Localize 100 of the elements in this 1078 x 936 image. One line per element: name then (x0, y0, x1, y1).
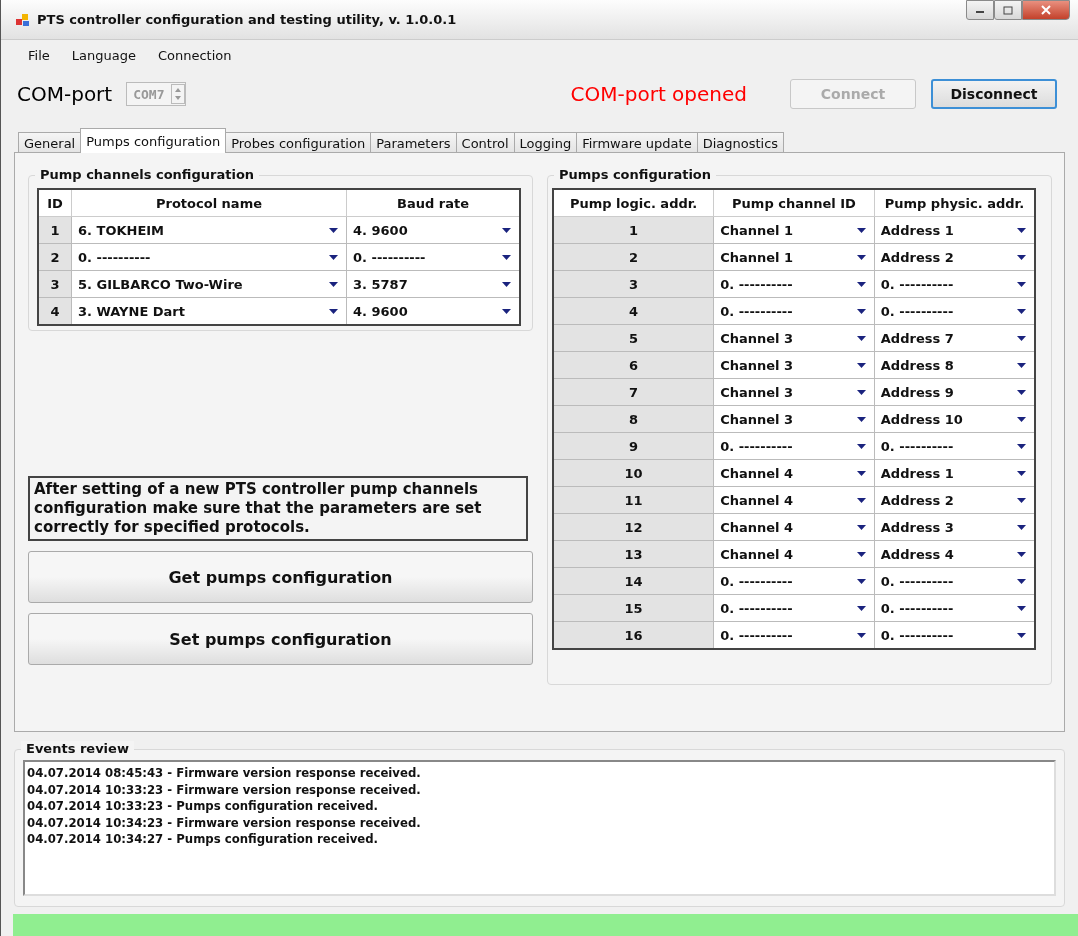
row-header: 4 (38, 297, 72, 325)
caret-icon (1017, 471, 1026, 476)
channel-dropdown[interactable]: Channel 3 (713, 378, 875, 406)
channel-dropdown[interactable]: 0. ---------- (713, 270, 875, 298)
column-header: Pump logic. addr. (553, 189, 714, 217)
protocol-dropdown[interactable]: 5. GILBARCO Two-Wire (71, 270, 347, 298)
column-header: ID (38, 189, 72, 217)
log-line: 04.07.2014 08:45:43 - Firmware version response received. (27, 765, 422, 782)
minimize-button[interactable] (966, 0, 994, 20)
tab[interactable]: Parameters (370, 132, 457, 153)
row-header: 6 (553, 351, 714, 379)
caret-icon (856, 498, 866, 503)
caret-icon (856, 336, 866, 341)
row-header: 9 (553, 432, 714, 460)
close-button[interactable] (1022, 0, 1070, 20)
row-header: 11 (553, 486, 714, 514)
channel-dropdown[interactable]: Channel 4 (713, 486, 875, 514)
log-line: 04.07.2014 10:33:23 - Pumps configuration received. (27, 798, 380, 815)
action-button[interactable]: Get pumps configuration (28, 551, 533, 603)
app-icon (15, 11, 31, 28)
caret-icon (1017, 552, 1026, 557)
caret-icon (329, 228, 338, 233)
caret-icon (1017, 336, 1026, 341)
caret-icon (1017, 255, 1026, 260)
com-port-label: COM-port (17, 82, 113, 106)
log-line: 04.07.2014 10:34:23 - Firmware version response received. (27, 814, 422, 832)
caret-icon (856, 363, 866, 368)
caret-icon (329, 309, 338, 314)
menu-item[interactable]: File (18, 47, 62, 63)
channel-dropdown[interactable]: Channel 4 (713, 540, 875, 568)
caret-icon (856, 525, 866, 530)
caret-icon (856, 390, 866, 395)
column-header: Pump physic. addr. (874, 189, 1035, 217)
row-header: 15 (553, 594, 714, 622)
spinner-arrows-icon (170, 84, 185, 104)
menu-item[interactable]: Connection (147, 47, 244, 63)
caret-icon (329, 255, 338, 260)
row-header: 8 (553, 405, 714, 433)
group-title: Pump channels configuration (35, 167, 260, 182)
connection-button[interactable]: Disconnect (931, 79, 1057, 109)
tab[interactable]: Pumps configuration (80, 128, 227, 153)
column-header: Pump channel ID (713, 189, 875, 217)
row-header: 13 (553, 540, 714, 568)
caret-icon (1017, 417, 1026, 422)
log-line: 04.07.2014 10:34:27 - Pumps configuration received. (27, 831, 380, 848)
caret-icon (1017, 309, 1026, 314)
caret-icon (1017, 498, 1026, 503)
caret-icon (1017, 390, 1026, 395)
channel-dropdown[interactable]: Channel 4 (713, 513, 875, 541)
column-header: Baud rate (346, 189, 520, 217)
maximize-icon (1003, 5, 1013, 15)
caret-icon (1017, 525, 1026, 530)
caret-icon (1017, 363, 1026, 368)
channel-dropdown[interactable]: Channel 4 (713, 459, 875, 487)
row-header: 2 (38, 243, 72, 271)
caret-icon (1017, 606, 1026, 611)
row-header: 4 (553, 297, 714, 325)
close-icon (1040, 5, 1052, 15)
column-header: Protocol name (71, 189, 347, 217)
channel-dropdown[interactable]: Channel 1 (713, 216, 875, 244)
tab[interactable]: Firmware update (576, 132, 698, 153)
channel-dropdown[interactable]: 0. ---------- (713, 432, 875, 460)
channel-dropdown[interactable]: 0. ---------- (713, 297, 875, 325)
window-title: PTS controller configuration and testing utility, v. 1.0.0.1 (37, 12, 457, 27)
channel-dropdown[interactable]: Channel 3 (713, 324, 875, 352)
group-title: Events review (21, 741, 134, 756)
caret-icon (1017, 282, 1026, 287)
row-header: 3 (38, 270, 72, 298)
row-header: 10 (553, 459, 714, 487)
channel-dropdown[interactable]: Channel 1 (713, 243, 875, 271)
row-header: 5 (553, 324, 714, 352)
caret-icon (502, 282, 511, 287)
channel-dropdown[interactable]: 0. ---------- (713, 594, 875, 622)
row-header: 1 (553, 216, 714, 244)
caret-icon (1017, 633, 1026, 638)
channel-dropdown[interactable]: Channel 3 (713, 405, 875, 433)
caret-icon (856, 282, 866, 287)
caret-icon (856, 417, 866, 422)
caret-icon (856, 444, 866, 449)
protocol-dropdown[interactable]: 6. TOKHEIM (71, 216, 347, 244)
row-header: 7 (553, 378, 714, 406)
caret-icon (1017, 444, 1026, 449)
caret-icon (1017, 228, 1026, 233)
caret-icon (856, 228, 866, 233)
caret-icon (502, 255, 511, 260)
channel-dropdown[interactable]: Channel 3 (713, 351, 875, 379)
protocol-dropdown[interactable]: 0. ---------- (71, 243, 347, 271)
caret-icon (856, 579, 866, 584)
row-header: 12 (553, 513, 714, 541)
caret-icon (329, 282, 338, 287)
row-header: 16 (553, 621, 714, 649)
channel-dropdown[interactable]: 0. ---------- (713, 567, 875, 595)
action-button[interactable]: Set pumps configuration (28, 613, 533, 665)
log-line: 04.07.2014 10:33:23 - Firmware version response received. (27, 781, 422, 799)
row-header: 14 (553, 567, 714, 595)
caret-icon (502, 309, 511, 314)
caret-icon (856, 633, 866, 638)
row-header: 3 (553, 270, 714, 298)
menu-item[interactable]: Language (61, 47, 148, 63)
caret-icon (856, 255, 866, 260)
